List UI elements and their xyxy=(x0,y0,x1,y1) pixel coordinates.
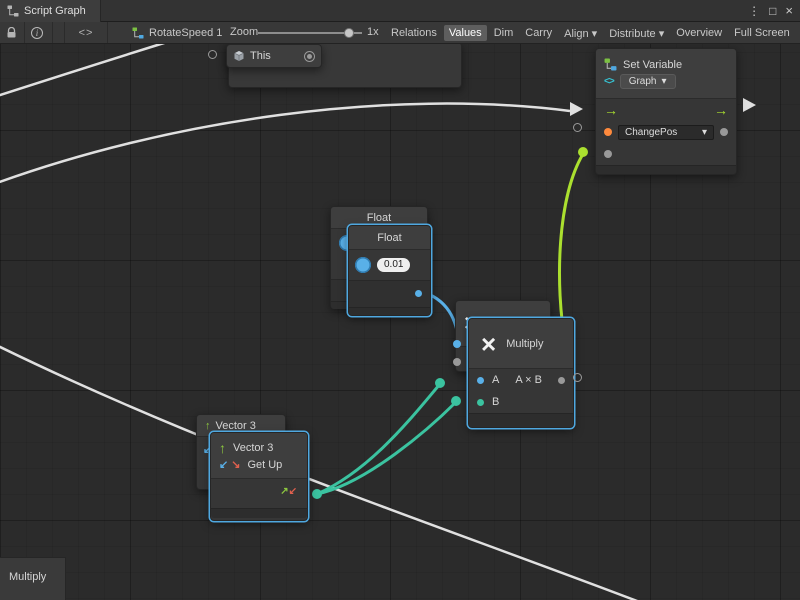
graph-asset-icon xyxy=(132,27,144,39)
gameobject-cube-icon xyxy=(233,50,245,62)
variable-name-dropdown[interactable]: ChangePos ▾ xyxy=(618,125,714,140)
vector-axes-icon: ↗↙ xyxy=(280,486,297,497)
caret-down-icon: ▾ xyxy=(661,76,666,87)
multiply-port-b-label: B xyxy=(492,396,499,408)
info-icon[interactable]: i xyxy=(31,27,43,39)
close-window-icon[interactable]: × xyxy=(785,3,793,18)
setvariable-left-port[interactable] xyxy=(573,123,582,132)
graph-name: RotateSpeed 1 xyxy=(149,27,222,39)
graph-kind-label: Graph xyxy=(629,76,657,87)
overview-button[interactable]: Overview xyxy=(671,25,727,41)
kebab-menu-icon[interactable]: ⋮ xyxy=(748,4,760,18)
script-graph-window: This Set Variable <> Graph ▾ xyxy=(0,0,800,600)
vector3-back-title: Vector 3 xyxy=(216,420,256,432)
fallback-input-port[interactable] xyxy=(604,150,612,158)
align-button[interactable]: Align ▾ xyxy=(559,25,602,42)
vector3-operation: Get Up xyxy=(247,459,282,471)
float-node[interactable]: Float 0.01 xyxy=(348,225,431,316)
self-port-icon[interactable] xyxy=(304,51,315,62)
values-button[interactable]: Values xyxy=(444,25,487,41)
down-left-arrow-icon: ↙ xyxy=(219,458,228,471)
multiply-port-a-label: A xyxy=(492,374,499,386)
multiply-output-port[interactable] xyxy=(573,373,582,382)
zoom-value: 1x xyxy=(367,26,379,38)
multiply-port-b[interactable] xyxy=(477,399,484,406)
variable-output-port[interactable] xyxy=(720,128,728,136)
zoom-label: Zoom xyxy=(230,26,258,38)
corner-multiply-title: Multiply xyxy=(9,571,46,583)
tab-title: Script Graph xyxy=(24,5,86,17)
code-icon: <> xyxy=(604,76,614,87)
caret-down-icon: ▾ xyxy=(702,127,707,138)
graph-kind-button[interactable]: Graph ▾ xyxy=(620,74,676,89)
up-arrow-icon: ↑ xyxy=(205,420,211,432)
multiply-back-port-b[interactable] xyxy=(453,358,461,366)
multiply-node[interactable]: × Multiply A A × B B xyxy=(468,318,574,428)
graph-breadcrumb[interactable]: RotateSpeed 1 xyxy=(132,22,222,44)
float-input-port[interactable] xyxy=(355,257,371,273)
dim-button[interactable]: Dim xyxy=(489,25,519,41)
relations-button[interactable]: Relations xyxy=(386,25,442,41)
multiply-icon: × xyxy=(481,331,496,357)
float-back-title: Float xyxy=(367,212,391,224)
multiply-port-a[interactable] xyxy=(477,377,484,384)
window-titlebar: Script Graph ⋮ □ × xyxy=(0,0,800,22)
multiply-result-port[interactable] xyxy=(558,377,565,384)
variable-name: ChangePos xyxy=(625,127,677,138)
multiply-back-port-a[interactable] xyxy=(453,340,461,348)
this-node-title: This xyxy=(250,50,271,62)
this-input-port[interactable] xyxy=(208,50,217,59)
fullscreen-button[interactable]: Full Screen xyxy=(729,25,795,41)
vector3-node[interactable]: ↑ Vector 3 ↙ ↘ Get Up ↗↙ xyxy=(210,432,308,521)
variable-input-port[interactable] xyxy=(604,128,612,136)
set-variable-icon xyxy=(604,58,617,71)
tab-script-graph[interactable]: Script Graph xyxy=(0,0,101,22)
down-right-arrow-icon: ↘ xyxy=(231,458,240,471)
this-node[interactable]: This xyxy=(226,44,322,68)
flow-out-arrow-icon[interactable]: → xyxy=(714,103,728,117)
float-title: Float xyxy=(377,232,401,244)
distribute-button[interactable]: Distribute ▾ xyxy=(604,25,669,42)
set-variable-title: Set Variable xyxy=(623,59,682,71)
multiply-title: Multiply xyxy=(506,338,543,350)
flow-in-arrow-icon[interactable]: → xyxy=(604,103,618,117)
restore-window-icon[interactable]: □ xyxy=(769,4,776,18)
float-output-port[interactable] xyxy=(415,290,422,297)
graph-toolbar: i <> RotateSpeed 1 Zoom 1x Relations Val… xyxy=(0,22,800,44)
vector3-title: Vector 3 xyxy=(233,442,273,454)
code-view-button[interactable]: <> xyxy=(64,22,108,43)
set-variable-node[interactable]: Set Variable <> Graph ▾ → → ChangePos ▾ xyxy=(595,48,737,175)
multiply-result-label: A × B xyxy=(515,374,542,386)
up-arrow-icon: ↑ xyxy=(219,440,226,456)
script-graph-icon xyxy=(7,5,19,17)
float-value-field[interactable]: 0.01 xyxy=(377,258,410,272)
corner-multiply-node[interactable]: Multiply xyxy=(0,557,66,600)
lock-icon[interactable] xyxy=(6,27,17,42)
carry-button[interactable]: Carry xyxy=(520,25,557,41)
zoom-slider-handle[interactable] xyxy=(344,28,354,38)
